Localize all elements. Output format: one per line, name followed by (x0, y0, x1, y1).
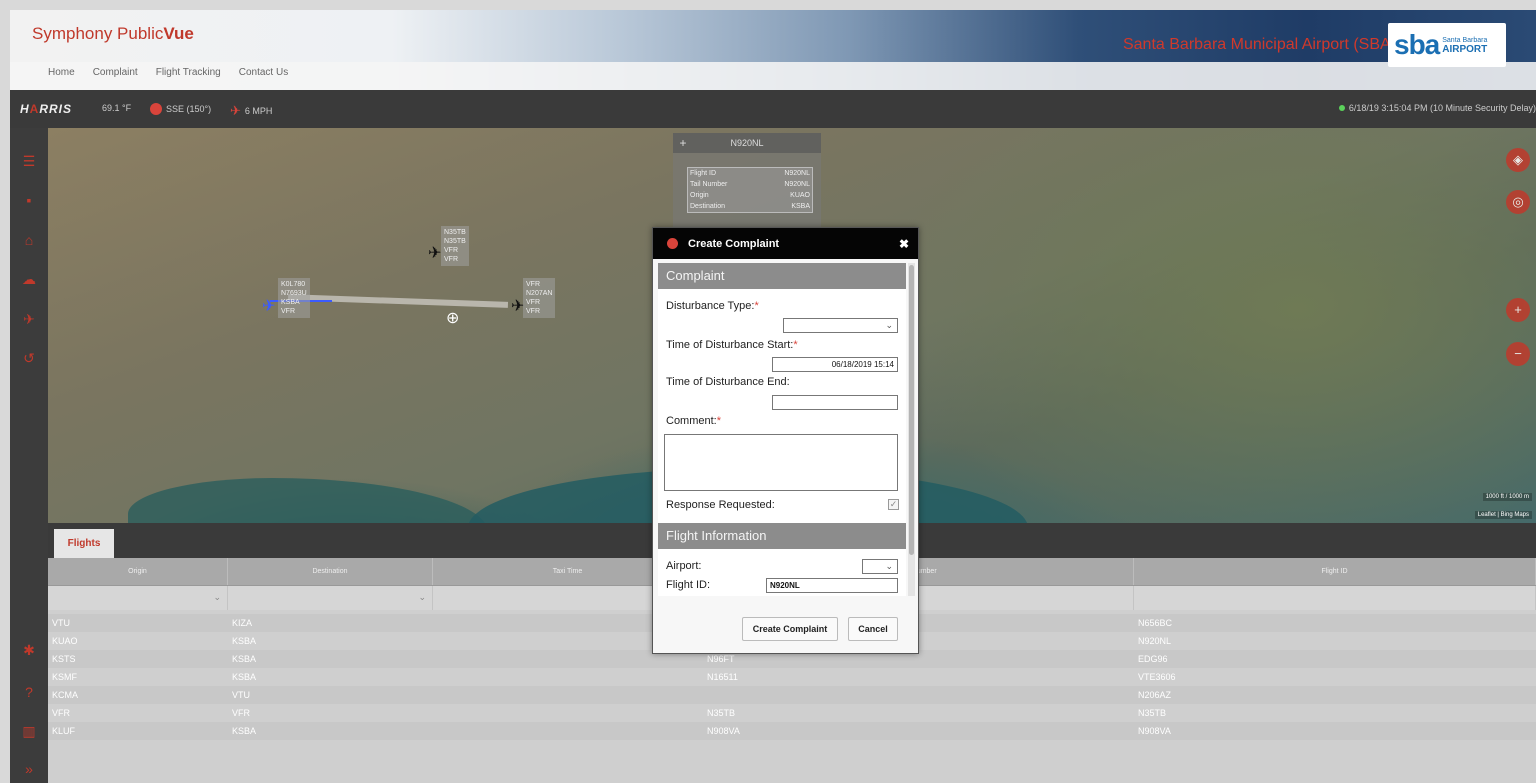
table-row[interactable]: KSMF KSBA N16511 VTE3606 (48, 668, 1536, 686)
popup-row: Flight ID N920NL (690, 170, 810, 177)
create-complaint-dialog: Create Complaint ✖ Complaint Disturbance… (652, 227, 919, 654)
scrollbar-thumb[interactable] (909, 265, 914, 555)
origin-filter[interactable]: ⌄ (48, 586, 228, 610)
wind-speed-icon: ✈ (230, 103, 241, 118)
table-row[interactable]: VFR VFR N35TB N35TB (48, 704, 1536, 722)
record-icon (667, 238, 678, 249)
message-icon[interactable]: ▪ (20, 192, 38, 208)
flight-id-field[interactable]: N920NL (766, 578, 898, 593)
harris-logo: HARRIS (20, 102, 73, 116)
temperature: 69.1 °F (102, 103, 132, 113)
airport-marker-icon: ⊕ (446, 310, 460, 327)
flight-id-label: Flight ID: (666, 579, 711, 591)
comment-textarea[interactable] (664, 434, 898, 491)
columns-icon[interactable]: ▥ (20, 723, 38, 739)
chevron-down-icon: ⌄ (885, 320, 893, 330)
airport-name: Santa Barbara Municipal Airport (SBA) (1122, 36, 1396, 53)
wind-direction-icon (150, 103, 162, 115)
column-header[interactable]: Flight ID (1134, 558, 1536, 585)
chevron-down-icon: ⌄ (885, 561, 893, 571)
popup-header: + N920NL (673, 133, 821, 153)
dialog-titlebar: Create Complaint ✖ (653, 228, 918, 259)
comment-label: Comment:* (666, 415, 722, 427)
column-header[interactable]: Origin (48, 558, 228, 585)
disturbance-type-label: Disturbance Type:* (666, 300, 759, 312)
popup-title: N920NL (730, 138, 764, 148)
response-requested-checkbox[interactable]: ✓ (888, 499, 899, 510)
destination-filter[interactable]: ⌄ (228, 586, 433, 610)
nav-flight-tracking[interactable]: Flight Tracking (156, 67, 221, 78)
weather-bar: HARRIS 69.1 °F SSE (150°) ✈ 6 MPH 6/18/1… (10, 90, 1536, 128)
app-title-suffix: Vue (163, 24, 194, 43)
cancel-button[interactable]: Cancel (848, 617, 898, 641)
sidebar: ☰ ▪ ⌂ ☁ ✈ ↺ ✱ ? ▥ » (10, 128, 48, 783)
list-icon[interactable]: ☰ (20, 153, 38, 169)
response-requested-label: Response Requested: (666, 499, 775, 511)
table-row[interactable]: KCMA VTU N206AZ (48, 686, 1536, 704)
disturbance-start-field[interactable]: 06/18/2019 15:14 (772, 357, 898, 372)
create-complaint-button[interactable]: Create Complaint (742, 617, 838, 641)
map-attribution[interactable]: Leaflet | Bing Maps (1474, 511, 1532, 519)
airplane-icon[interactable]: ✈ (20, 311, 38, 327)
nav-home[interactable]: Home (48, 67, 75, 78)
disturbance-type-select[interactable]: ⌄ (783, 318, 898, 333)
header: Symphony PublicVue Home Complaint Flight… (10, 10, 1536, 90)
disturbance-start-label: Time of Disturbance Start:* (666, 339, 798, 351)
app-title: Symphony PublicVue (32, 24, 194, 43)
wind-direction: SSE (150°) (150, 103, 211, 115)
aircraft-label: VFR N207AN VFR VFR (523, 278, 556, 318)
logo-airport-text: Santa Barbara AIRPORT (1442, 37, 1488, 55)
nav-complaint[interactable]: Complaint (93, 67, 138, 78)
aircraft-label: N35TB N35TB VFR VFR (441, 226, 469, 266)
flight-id-filter[interactable] (1134, 586, 1536, 610)
aircraft-icon[interactable]: ✈ (428, 243, 441, 263)
disturbance-end-label: Time of Disturbance End: (666, 376, 790, 388)
zoom-in-icon[interactable]: + (1506, 298, 1530, 322)
close-icon[interactable]: ✖ (899, 237, 909, 251)
popup-row: Origin KUAO (690, 192, 810, 199)
zoom-out-icon[interactable]: − (1506, 342, 1530, 366)
main-nav: Home Complaint Flight Tracking Contact U… (48, 67, 306, 78)
flight-popup: + N920NL Flight ID N920NL Tail Number N920… (673, 133, 821, 231)
expand-icon[interactable]: » (20, 761, 38, 777)
wind-speed: ✈ 6 MPH (230, 103, 273, 118)
sba-logo: sba Santa Barbara AIRPORT (1388, 23, 1506, 67)
popup-row: Tail Number N920NL (690, 181, 810, 188)
tab-flights[interactable]: Flights (54, 529, 114, 558)
layers-icon[interactable]: ◈ (1506, 148, 1530, 172)
live-indicator-icon (1338, 105, 1345, 111)
popup-row: Destination KSBA (690, 203, 810, 210)
timestamp: 6/18/19 3:15:04 PM (10 Minute Security D… (1338, 103, 1536, 113)
settings-icon[interactable]: ✱ (20, 642, 38, 658)
app-root: Symphony PublicVue Home Complaint Flight… (0, 0, 1536, 783)
help-icon[interactable]: ? (20, 684, 38, 700)
cloud-icon[interactable]: ☁ (20, 271, 38, 287)
logo-sba-text: sba (1394, 29, 1440, 60)
flight-info-section-header: Flight Information (658, 523, 906, 549)
airport-select[interactable]: ⌄ (862, 559, 898, 574)
table-row[interactable]: KLUF KSBA N908VA N908VA (48, 722, 1536, 740)
expand-icon[interactable]: + (673, 136, 693, 150)
chevron-down-icon: ⌄ (213, 592, 221, 602)
popup-table: Flight ID N920NL Tail Number N920NL Origin… (687, 167, 813, 213)
disturbance-end-field[interactable] (772, 395, 898, 410)
map-scale: 1000 ft / 1000 m (1482, 493, 1532, 501)
aircraft-icon[interactable]: ✈ (262, 296, 275, 316)
airport-label: Airport: (666, 560, 702, 572)
dialog-title: Create Complaint (688, 237, 780, 250)
history-icon[interactable]: ↺ (20, 350, 38, 366)
column-header[interactable]: Destination (228, 558, 433, 585)
map-water (128, 478, 488, 523)
dialog-body: Complaint Disturbance Type:* ⌄ Time of D… (658, 263, 906, 596)
chevron-down-icon: ⌄ (418, 592, 426, 602)
complaint-section-header: Complaint (658, 263, 906, 289)
dialog-scrollbar[interactable] (908, 263, 915, 596)
locate-icon[interactable]: ◎ (1506, 190, 1530, 214)
home-icon[interactable]: ⌂ (20, 232, 38, 248)
nav-contact-us[interactable]: Contact Us (239, 67, 288, 78)
aircraft-label: K0L780 N7693U KSBA VFR (278, 278, 310, 318)
